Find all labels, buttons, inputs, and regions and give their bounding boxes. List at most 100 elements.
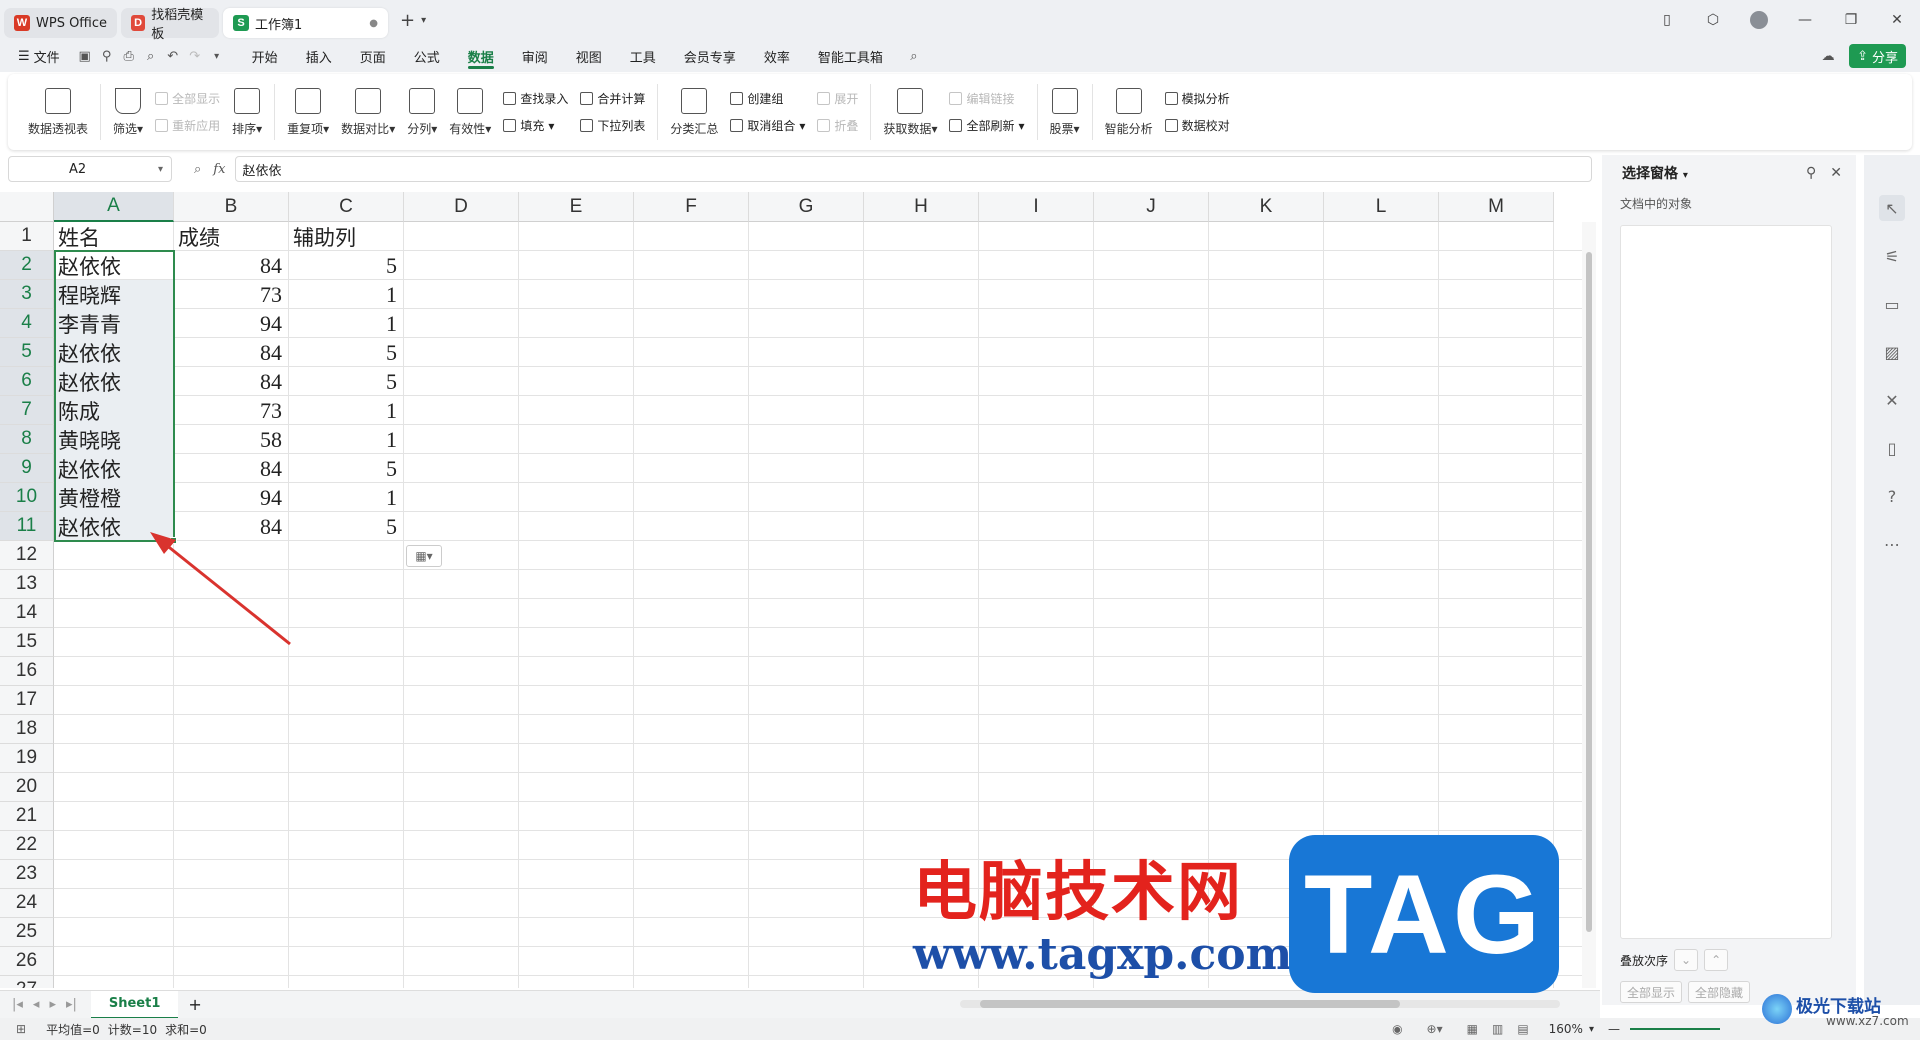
- smart-analysis-button[interactable]: 智能分析: [1105, 87, 1153, 137]
- chevron-down-icon[interactable]: ▾: [1589, 1024, 1594, 1035]
- eye-protection-icon[interactable]: ◉: [1392, 1022, 1402, 1036]
- quick-analysis-button[interactable]: ▦▾: [406, 545, 442, 567]
- zoom-slider[interactable]: [1630, 1028, 1720, 1030]
- dropdown-list-button[interactable]: 下拉列表: [580, 117, 645, 134]
- row-header-17[interactable]: 17: [0, 686, 54, 715]
- tab-efficiency[interactable]: 效率: [750, 40, 804, 72]
- zoom-lookup-icon[interactable]: ⌕: [194, 162, 201, 177]
- cell-score[interactable]: 58: [174, 425, 288, 454]
- cell-aux[interactable]: 5: [289, 251, 403, 280]
- row-header-14[interactable]: 14: [0, 599, 54, 628]
- sheet-tab-sheet1[interactable]: Sheet1: [90, 990, 179, 1019]
- share-button[interactable]: ⇪ 分享: [1849, 44, 1906, 68]
- column-header-i[interactable]: I: [979, 192, 1094, 222]
- tab-tools[interactable]: 工具: [616, 40, 670, 72]
- next-sheet-icon[interactable]: ▸: [49, 997, 56, 1012]
- link-icon[interactable]: ⚲: [96, 45, 118, 67]
- cell-aux[interactable]: 1: [289, 280, 403, 309]
- row-header-16[interactable]: 16: [0, 657, 54, 686]
- cell-aux[interactable]: 1: [289, 309, 403, 338]
- duplicates-button[interactable]: 重复项▾: [287, 87, 329, 137]
- print-preview-icon[interactable]: ⌕: [140, 45, 162, 67]
- row-header-23[interactable]: 23: [0, 860, 54, 889]
- cell-name[interactable]: 李青青: [54, 309, 173, 338]
- subtotal-button[interactable]: 分类汇总: [670, 87, 718, 137]
- column-header-m[interactable]: M: [1439, 192, 1554, 222]
- cell-score[interactable]: 73: [174, 280, 288, 309]
- row-header-7[interactable]: 7: [0, 396, 54, 425]
- cell-aux[interactable]: 5: [289, 338, 403, 367]
- tab-page[interactable]: 页面: [346, 40, 400, 72]
- tab-insert[interactable]: 插入: [292, 40, 346, 72]
- tab-view[interactable]: 视图: [562, 40, 616, 72]
- edit-links-button[interactable]: 编辑链接: [949, 90, 1024, 107]
- cell-aux[interactable]: 1: [289, 396, 403, 425]
- settings-sliders-icon[interactable]: ⚟: [1879, 243, 1905, 269]
- object-list[interactable]: [1620, 225, 1832, 939]
- tab-member[interactable]: 会员专享: [670, 40, 750, 72]
- page-break-icon[interactable]: ▤: [1517, 1022, 1528, 1036]
- simulate-analysis-button[interactable]: 模拟分析: [1164, 90, 1230, 107]
- horizontal-scrollbar[interactable]: [960, 1000, 1560, 1008]
- page-layout-icon[interactable]: ▥: [1492, 1022, 1503, 1036]
- header-cell-aux[interactable]: 辅助列: [289, 222, 403, 251]
- cell-aux[interactable]: 5: [289, 454, 403, 483]
- fill-button[interactable]: 填充 ▾: [503, 117, 568, 134]
- row-header-6[interactable]: 6: [0, 367, 54, 396]
- stocks-button[interactable]: 股票▾: [1050, 87, 1080, 137]
- cell-name[interactable]: 黄晓晓: [54, 425, 173, 454]
- row-header-21[interactable]: 21: [0, 802, 54, 831]
- row-header-27[interactable]: 27: [0, 976, 54, 988]
- print-icon[interactable]: ⎙: [118, 45, 140, 67]
- zoom-level[interactable]: 160%: [1549, 1022, 1583, 1036]
- cell-name[interactable]: 赵依依: [54, 338, 173, 367]
- name-box[interactable]: A2 ▾: [8, 156, 172, 182]
- tab-formula[interactable]: 公式: [400, 40, 454, 72]
- row-header-18[interactable]: 18: [0, 715, 54, 744]
- cell-score[interactable]: 94: [174, 483, 288, 512]
- pivot-table-button[interactable]: 数据透视表: [28, 87, 88, 137]
- comment-icon[interactable]: ▭: [1879, 291, 1905, 317]
- tab-docer-templates[interactable]: D 找稻壳模板: [121, 8, 220, 42]
- cell-aux[interactable]: 5: [289, 367, 403, 396]
- show-all-button[interactable]: 全部显示: [155, 90, 220, 107]
- sort-button[interactable]: 排序▾: [232, 87, 262, 137]
- image-icon[interactable]: ▨: [1879, 339, 1905, 365]
- row-header-15[interactable]: 15: [0, 628, 54, 657]
- undo-icon[interactable]: ↶: [162, 45, 184, 67]
- row-header-26[interactable]: 26: [0, 947, 54, 976]
- save-icon[interactable]: ▣: [74, 45, 96, 67]
- move-up-button[interactable]: ⌃: [1704, 949, 1729, 971]
- row-header-25[interactable]: 25: [0, 918, 54, 947]
- layout-icon[interactable]: ▯: [1644, 0, 1690, 40]
- get-data-button[interactable]: 获取数据▾: [883, 87, 937, 137]
- consolidate-button[interactable]: 合并计算: [580, 90, 645, 107]
- tab-smart-toolbox[interactable]: 智能工具箱: [804, 40, 897, 72]
- help-icon[interactable]: ?: [1879, 483, 1905, 509]
- row-header-19[interactable]: 19: [0, 744, 54, 773]
- row-header-20[interactable]: 20: [0, 773, 54, 802]
- row-header-13[interactable]: 13: [0, 570, 54, 599]
- tab-data[interactable]: 数据: [454, 40, 508, 72]
- row-header-9[interactable]: 9: [0, 454, 54, 483]
- file-menu[interactable]: ☰ 文件: [0, 40, 74, 72]
- cell-score[interactable]: 84: [174, 251, 288, 280]
- row-header-2[interactable]: 2: [0, 251, 54, 280]
- expand-button[interactable]: 展开: [817, 90, 858, 107]
- row-header-5[interactable]: 5: [0, 338, 54, 367]
- data-verify-button[interactable]: 数据校对: [1164, 117, 1230, 134]
- select-all-corner[interactable]: [0, 192, 54, 222]
- cube-icon[interactable]: ⬡: [1690, 0, 1736, 40]
- chevron-down-icon[interactable]: ▾: [206, 45, 228, 67]
- normal-view-icon[interactable]: ▦: [1467, 1022, 1478, 1036]
- cell-aux[interactable]: 5: [289, 512, 403, 541]
- tab-home[interactable]: 开始: [238, 40, 292, 72]
- more-icon[interactable]: ⋯: [1879, 531, 1905, 557]
- cell-score[interactable]: 84: [174, 454, 288, 483]
- first-sheet-icon[interactable]: |◂: [12, 997, 23, 1012]
- restore-button[interactable]: ❐: [1828, 0, 1874, 40]
- tools-icon[interactable]: ✕: [1879, 387, 1905, 413]
- prev-sheet-icon[interactable]: ◂: [33, 997, 40, 1012]
- row-header-3[interactable]: 3: [0, 280, 54, 309]
- column-header-j[interactable]: J: [1094, 192, 1209, 222]
